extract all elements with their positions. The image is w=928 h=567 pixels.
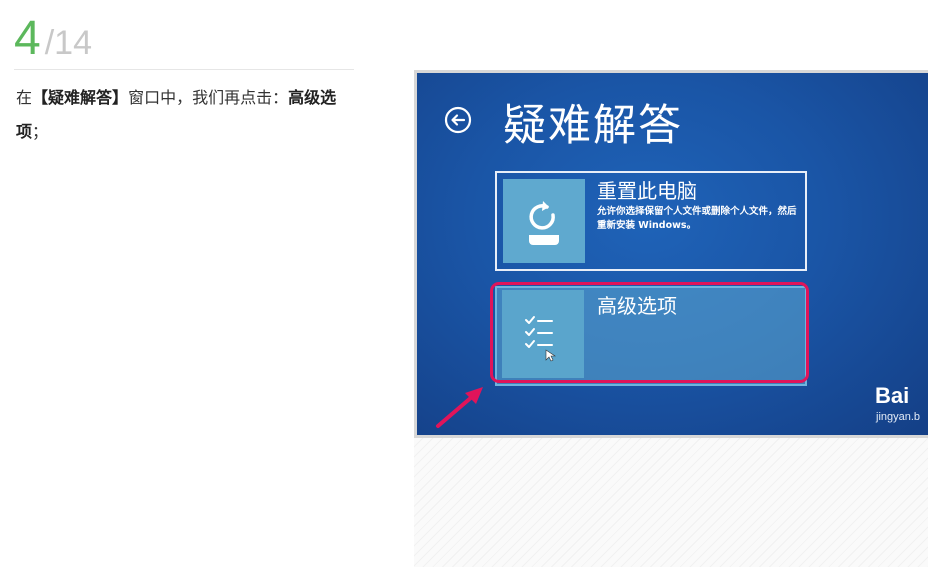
baidu-logo: Bai — [875, 383, 910, 408]
screen-title: 疑难解答 — [503, 101, 683, 151]
instruction-middle: 窗口中，我们再点击： — [128, 88, 289, 107]
back-arrow-icon[interactable] — [444, 106, 472, 134]
reset-pc-icon — [529, 201, 559, 245]
divider — [14, 69, 354, 70]
instruction-suffix: ； — [32, 122, 49, 141]
baidu-watermark: Bai jingyan.b — [875, 383, 920, 423]
step-screenshot[interactable]: 疑难解答 重置此电脑 允许你选择保留个人文件或删除个人文件，然后重新安装 Win… — [414, 70, 928, 438]
image-placeholder-pattern — [414, 438, 928, 567]
reset-pc-description: 允许你选择保留个人文件或删除个人文件，然后重新安装 Windows。 — [597, 206, 797, 231]
reset-pc-option[interactable]: 重置此电脑 允许你选择保留个人文件或删除个人文件，然后重新安装 Windows。 — [495, 171, 807, 271]
reset-pc-tile — [503, 179, 585, 263]
pointer-arrow-icon — [436, 387, 483, 428]
step-instruction: 在【疑难解答】窗口中，我们再点击：高级选项； — [16, 81, 361, 149]
instruction-target-window: 疑难解答 — [48, 88, 113, 107]
step-current-number: 4 — [14, 12, 41, 65]
step-counter: 4/14 — [14, 12, 92, 66]
step-total-number: 14 — [54, 24, 92, 62]
instruction-prefix: 在 — [16, 88, 33, 107]
instruction-bracket-close: 】 — [112, 88, 129, 107]
troubleshoot-screen: 疑难解答 重置此电脑 允许你选择保留个人文件或删除个人文件，然后重新安装 Win… — [417, 73, 928, 435]
instruction-bracket-open: 【 — [32, 88, 49, 107]
baidu-sub: jingyan.b — [876, 411, 921, 423]
step-separator: / — [44, 24, 55, 62]
highlight-box — [490, 282, 809, 383]
reset-pc-title: 重置此电脑 — [597, 179, 697, 203]
